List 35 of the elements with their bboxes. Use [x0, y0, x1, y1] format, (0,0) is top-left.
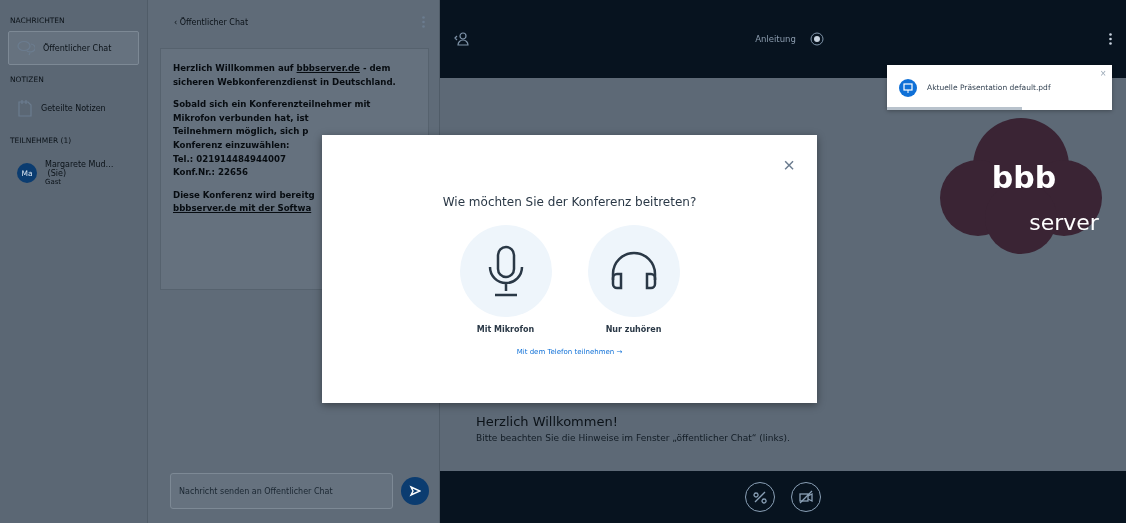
- camera-off-icon: [799, 490, 813, 504]
- dialog-title: Wie möchten Sie der Konferenz beitreten?: [442, 195, 697, 209]
- sidebar-item-label: Geteilte Notizen: [41, 103, 106, 113]
- presentation-icon: [899, 78, 917, 97]
- close-button[interactable]: ×: [783, 155, 795, 175]
- message-text: Konferenz einzuwählen:: [173, 139, 291, 152]
- message-text: sicheren Webkonferenzdienst in Deutschland.: [173, 76, 397, 89]
- send-icon: [409, 485, 421, 497]
- user-icon[interactable]: [454, 32, 470, 46]
- message-text: Sobald sich ein Konferenzteilnehmer mit: [173, 99, 372, 111]
- send-button[interactable]: [401, 477, 429, 505]
- sidebar-item-label: Öffentlicher Chat: [43, 43, 112, 53]
- welcome-hint: Bitte beachten Sie die Hinweise im Fenster „öffentlicher Chat“ (links).: [476, 433, 791, 443]
- message-text: Tel.: 021914484944007: [173, 153, 287, 166]
- sidebar-item[interactable]: Geteilte Notizen: [8, 90, 139, 126]
- record-icon[interactable]: [809, 32, 824, 46]
- logo: bbb server: [936, 108, 1106, 258]
- close-button[interactable]: ×: [1100, 68, 1106, 79]
- sidebar-item[interactable]: Öffentlicher Chat: [8, 31, 139, 65]
- participant-name: Margarete Mud… (Sie): [45, 160, 115, 178]
- phone-off-icon: [753, 490, 767, 504]
- message-link[interactable]: bbbserver.de mit der Softwa: [173, 203, 312, 214]
- message-text: Konf.Nr.: 22656: [173, 167, 249, 179]
- message-link[interactable]: bbbserver.de: [296, 63, 360, 73]
- chat-title[interactable]: ‹ Öffentlicher Chat: [174, 17, 249, 27]
- message-text: Teilnehmern möglich, sich p: [173, 126, 310, 138]
- message-text: Herzlich Willkommen auf bbbserver.de - dem: [173, 63, 392, 75]
- message-input[interactable]: Nachricht senden an Öffentlicher Chat: [170, 473, 393, 509]
- presentation-title: Anleitung: [755, 34, 796, 44]
- microphone-icon: [486, 245, 525, 297]
- kebab-menu-icon[interactable]: [1109, 33, 1112, 45]
- note-icon: [17, 99, 33, 117]
- message-text: Diese Konferenz wird bereitg: [173, 189, 316, 202]
- message-text: Mikrofon verbunden hat, ist: [173, 112, 310, 125]
- welcome-heading: Herzlich Willkommen!: [476, 414, 619, 429]
